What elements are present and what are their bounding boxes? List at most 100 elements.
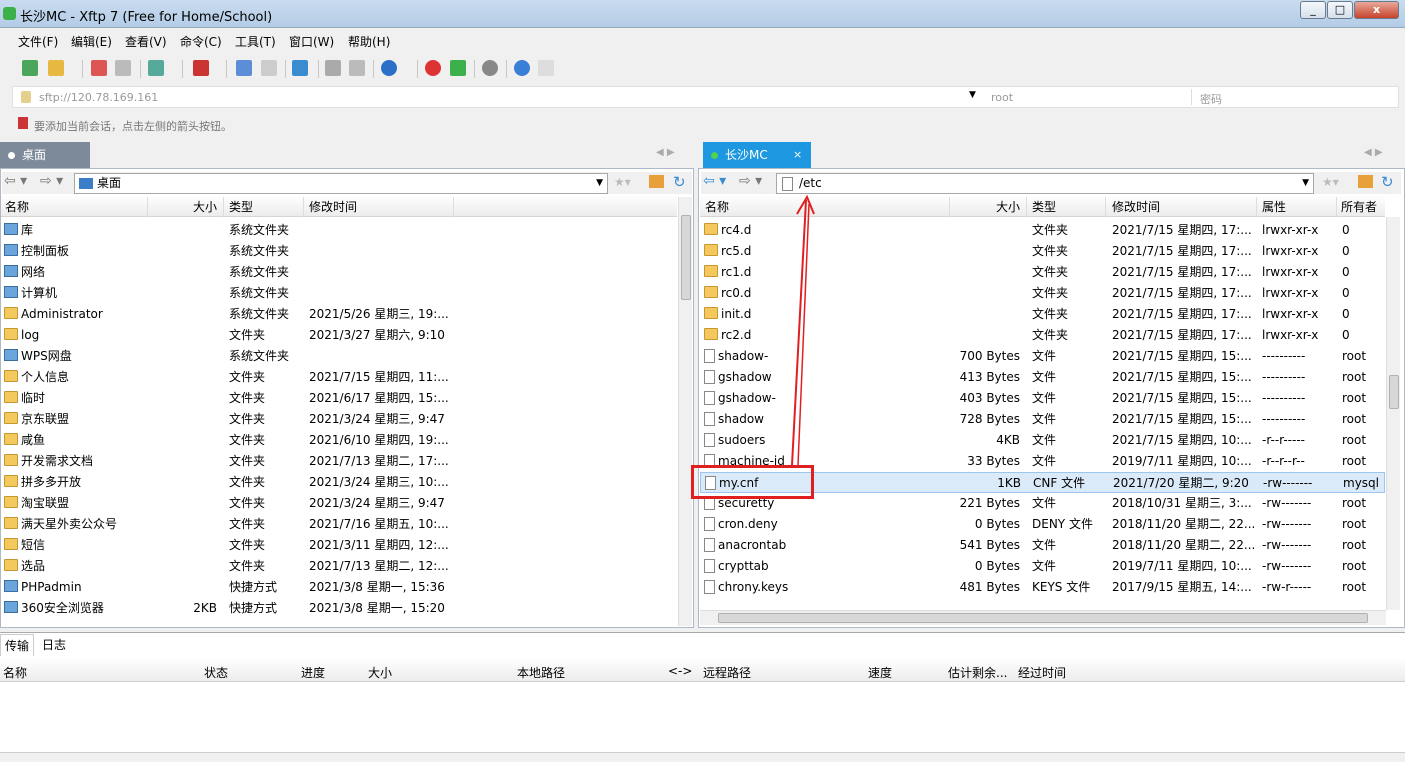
copy-icon[interactable] <box>325 60 341 76</box>
left-refresh-icon[interactable]: ↻ <box>673 173 686 191</box>
list-item[interactable]: 京东联盟 文件夹 2021/3/24 星期三, 9:47 <box>1 409 677 430</box>
list-item[interactable]: 开发需求文档 文件夹 2021/7/13 星期二, 17:... <box>1 451 677 472</box>
col-type[interactable]: 类型 <box>229 197 253 217</box>
minimize-button[interactable]: _ <box>1300 1 1326 19</box>
tab-log[interactable]: 日志 <box>38 634 70 656</box>
right-refresh-icon[interactable]: ↻ <box>1381 173 1394 191</box>
col-progress[interactable]: 进度 <box>301 664 325 681</box>
left-scrollbar[interactable] <box>678 197 692 626</box>
cell-name: gshadow- <box>718 391 776 405</box>
help-icon[interactable] <box>514 60 530 76</box>
globe-icon[interactable] <box>381 60 397 76</box>
list-item[interactable]: 计算机 系统文件夹 <box>1 283 677 304</box>
col-remote-path[interactable]: 远程路径 <box>703 664 751 681</box>
left-home-icon[interactable] <box>649 175 664 188</box>
list-item[interactable]: 淘宝联盟 文件夹 2021/3/24 星期三, 9:47 <box>1 493 677 514</box>
col-name[interactable]: 名称 <box>3 664 27 681</box>
col-size[interactable]: 大小 <box>996 197 1020 217</box>
list-item[interactable]: chrony.keys 481 Bytes KEYS 文件 2017/9/15 星期五… <box>700 577 1385 598</box>
media-icon[interactable] <box>193 60 209 76</box>
col-name[interactable]: 名称 <box>5 197 29 217</box>
col-eta[interactable]: 估计剩余... <box>948 664 1007 681</box>
right-path-box[interactable]: /etc ▼ <box>776 173 1314 194</box>
menu-tools[interactable]: 工具(T) <box>235 33 276 50</box>
list-item[interactable]: cron.deny 0 Bytes DENY 文件 2018/11/20 星期二, 2… <box>700 514 1385 535</box>
close-button[interactable]: x <box>1354 1 1399 19</box>
cell-type: 文件夹 <box>229 559 266 573</box>
col-size[interactable]: 大小 <box>368 664 392 681</box>
col-local-path[interactable]: 本地路径 <box>517 664 565 681</box>
list-item[interactable]: 选品 文件夹 2021/7/13 星期二, 12:... <box>1 556 677 577</box>
left-bookmark-star-icon[interactable]: ★▾ <box>614 175 631 189</box>
list-item[interactable]: log 文件夹 2021/3/27 星期六, 9:10 <box>1 325 677 346</box>
list-item[interactable]: 网络 系统文件夹 <box>1 262 677 283</box>
back-icon[interactable]: ⇦ ▾ <box>703 173 726 189</box>
tab-close-icon[interactable]: × <box>793 142 802 168</box>
col-direction[interactable]: <-> <box>668 664 692 678</box>
right-hscrollbar[interactable] <box>700 610 1386 625</box>
chat-icon[interactable] <box>538 60 554 76</box>
tab-transfer[interactable]: 传输 <box>0 634 35 656</box>
path-dropdown-icon[interactable]: ▼ <box>596 174 603 193</box>
menu-file[interactable]: 文件(F) <box>18 33 58 50</box>
right-scrollbar[interactable] <box>1386 217 1400 610</box>
col-elapsed[interactable]: 经过时间 <box>1018 664 1066 681</box>
tab-scroll-right-icon[interactable]: ◀ ▶ <box>1364 147 1383 158</box>
list-item[interactable]: 库 系统文件夹 <box>1 220 677 241</box>
tab-scroll-left-icon[interactable]: ◀ ▶ <box>656 147 675 158</box>
list-item[interactable]: 360安全浏览器 2KB 快捷方式 2021/3/8 星期一, 15:20 <box>1 598 677 619</box>
new-file-icon[interactable] <box>148 60 164 76</box>
tab-desktop[interactable]: 桌面 <box>0 142 90 168</box>
list-item[interactable]: 拼多多开放 文件夹 2021/3/24 星期三, 10:... <box>1 472 677 493</box>
gear-icon[interactable] <box>482 60 498 76</box>
col-attr[interactable]: 属性 <box>1262 197 1286 217</box>
right-home-icon[interactable] <box>1358 175 1373 188</box>
xshell-icon[interactable] <box>425 60 441 76</box>
col-status[interactable]: 状态 <box>204 664 228 681</box>
menu-command[interactable]: 命令(C) <box>180 33 222 50</box>
col-mtime[interactable]: 修改时间 <box>309 197 357 217</box>
paste-icon[interactable] <box>349 60 365 76</box>
col-mtime[interactable]: 修改时间 <box>1112 197 1160 217</box>
list-item[interactable]: 个人信息 文件夹 2021/7/15 星期四, 11:... <box>1 367 677 388</box>
new-session-icon[interactable] <box>22 60 38 76</box>
col-name[interactable]: 名称 <box>705 197 729 217</box>
list-item[interactable]: Administrator 系统文件夹 2021/5/26 星期三, 19:... <box>1 304 677 325</box>
disconnect-icon[interactable] <box>115 60 131 76</box>
list-item[interactable]: crypttab 0 Bytes 文件 2019/7/11 星期四, 10:... -r… <box>700 556 1385 577</box>
col-speed[interactable]: 速度 <box>868 664 892 681</box>
list-item[interactable]: 咸鱼 文件夹 2021/6/10 星期四, 19:... <box>1 430 677 451</box>
list-item[interactable]: PHPadmin 快捷方式 2021/3/8 星期一, 15:36 <box>1 577 677 598</box>
col-size[interactable]: 大小 <box>193 197 217 217</box>
menu-edit[interactable]: 编辑(E) <box>71 33 112 50</box>
list-item[interactable]: 控制面板 系统文件夹 <box>1 241 677 262</box>
username-input[interactable]: root <box>991 91 1013 104</box>
properties-icon[interactable] <box>261 60 277 76</box>
list-item[interactable]: 短信 文件夹 2021/3/11 星期四, 12:... <box>1 535 677 556</box>
tab-changsha-mc[interactable]: 长沙MC × <box>703 142 811 168</box>
xftp-icon[interactable] <box>450 60 466 76</box>
col-owner[interactable]: 所有者 <box>1341 197 1377 217</box>
host-input[interactable]: sftp://120.78.169.161 <box>39 91 158 104</box>
path-dropdown-icon[interactable]: ▼ <box>1302 174 1309 193</box>
maximize-button[interactable]: □ <box>1327 1 1353 19</box>
password-input[interactable]: 密码 <box>1200 91 1222 107</box>
right-bookmark-star-icon[interactable]: ★▾ <box>1322 175 1339 189</box>
menu-help[interactable]: 帮助(H) <box>348 33 390 50</box>
forward-icon[interactable]: ⇨ ▾ <box>40 173 63 189</box>
list-item[interactable]: WPS网盘 系统文件夹 <box>1 346 677 367</box>
forward-icon[interactable]: ⇨ ▾ <box>739 173 762 189</box>
open-folder-icon[interactable] <box>48 60 64 76</box>
sync-icon[interactable] <box>292 60 308 76</box>
list-item[interactable]: anacrontab 541 Bytes 文件 2018/11/20 星期二, 22.… <box>700 535 1385 556</box>
left-path-box[interactable]: 桌面 ▼ <box>74 173 608 194</box>
list-item[interactable]: 临时 文件夹 2021/6/17 星期四, 15:... <box>1 388 677 409</box>
menu-window[interactable]: 窗口(W) <box>289 33 334 50</box>
upload-icon[interactable] <box>236 60 252 76</box>
connect-icon[interactable] <box>91 60 107 76</box>
back-icon[interactable]: ⇦ ▾ <box>4 173 27 189</box>
host-dropdown-icon[interactable]: ▼ <box>969 90 976 100</box>
list-item[interactable]: 满天星外卖公众号 文件夹 2021/7/16 星期五, 10:... <box>1 514 677 535</box>
menu-view[interactable]: 查看(V) <box>125 33 167 50</box>
col-type[interactable]: 类型 <box>1032 197 1056 217</box>
